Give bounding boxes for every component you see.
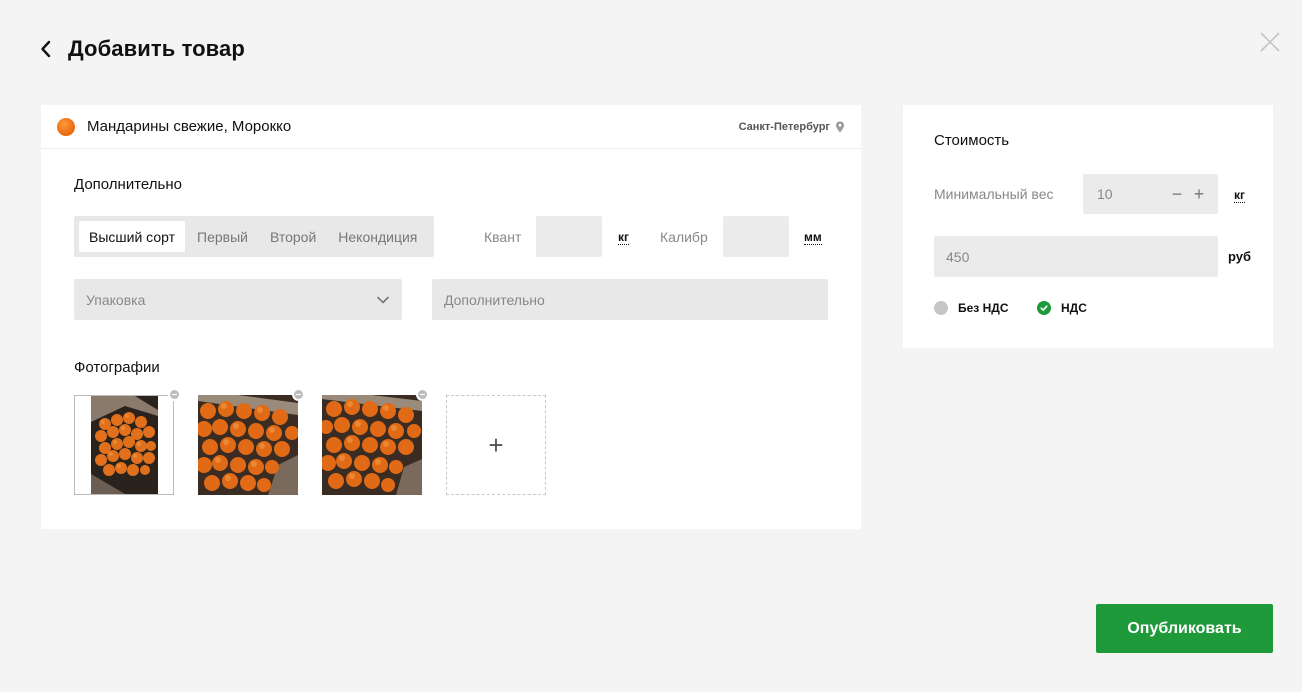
plus-icon[interactable]: + — [1190, 174, 1208, 214]
map-pin-icon — [836, 121, 844, 133]
quant-label: Квант — [484, 229, 522, 245]
radio-unchecked-icon — [934, 301, 948, 315]
location-label: Санкт-Петербург — [738, 121, 830, 133]
min-weight-unit[interactable]: кг — [1234, 188, 1246, 203]
packaging-select[interactable]: Упаковка — [74, 279, 402, 320]
grade-tab-second[interactable]: Второй — [260, 221, 326, 252]
caliber-input[interactable] — [723, 216, 789, 257]
additional-title: Дополнительно — [74, 176, 182, 193]
vat-option-with[interactable]: НДС — [1037, 301, 1087, 315]
checkmark-circle-icon — [1037, 301, 1051, 315]
price-title: Стоимость — [934, 132, 1010, 149]
chevron-down-icon — [377, 296, 389, 304]
grade-selector: Высший сорт Первый Второй Некондиция — [74, 216, 435, 257]
price-value: 450 — [946, 248, 970, 265]
grade-tab-premium[interactable]: Высший сорт — [79, 221, 185, 252]
remove-photo-icon[interactable] — [168, 388, 181, 401]
min-weight-value: 10 — [1097, 186, 1113, 202]
vat-option-label: НДС — [1061, 301, 1087, 315]
product-card: Мандарины свежие, Морокко Санкт-Петербур… — [41, 105, 861, 529]
remove-photo-icon[interactable] — [416, 388, 429, 401]
product-bar: Мандарины свежие, Морокко Санкт-Петербур… — [41, 105, 861, 149]
photo-thumbnail[interactable] — [322, 388, 429, 495]
quant-input[interactable] — [536, 216, 602, 257]
chevron-left-icon[interactable] — [40, 34, 58, 64]
location[interactable]: Санкт-Петербург — [739, 105, 845, 149]
photos-title: Фотографии — [74, 359, 160, 376]
price-card: Стоимость Минимальный вес 10 − + кг 450 … — [903, 105, 1273, 348]
page-header: Добавить товар — [40, 34, 245, 64]
product-name: Мандарины свежие, Морокко — [87, 118, 292, 135]
caliber-unit[interactable]: мм — [804, 230, 822, 245]
grade-tab-first[interactable]: Первый — [187, 221, 258, 252]
close-icon[interactable] — [1258, 30, 1282, 54]
remove-photo-icon[interactable] — [292, 388, 305, 401]
min-weight-label: Минимальный вес — [934, 186, 1054, 202]
grade-tab-substandard[interactable]: Некондиция — [328, 221, 427, 252]
tangerines-image — [75, 396, 173, 494]
min-weight-stepper[interactable]: 10 − + — [1083, 174, 1218, 214]
vat-option-label: Без НДС — [958, 301, 1009, 315]
publish-button[interactable]: Опубликовать — [1096, 604, 1273, 653]
quant-unit[interactable]: кг — [618, 230, 630, 245]
price-unit: руб — [1228, 249, 1252, 264]
packaging-select-label: Упаковка — [86, 291, 146, 308]
price-input[interactable]: 450 — [934, 236, 1218, 277]
minus-icon[interactable]: − — [1168, 174, 1186, 214]
vat-option-without[interactable]: Без НДС — [934, 301, 1008, 315]
tangerines-image — [322, 395, 422, 495]
photo-thumbnail[interactable] — [74, 388, 181, 495]
additional-input[interactable] — [432, 279, 828, 320]
add-photo-button[interactable]: + — [446, 395, 546, 495]
photo-thumbnail[interactable] — [198, 388, 305, 495]
caliber-label: Калибр — [660, 229, 708, 245]
product-fruit-icon — [57, 117, 75, 136]
page-title: Добавить товар — [68, 36, 245, 61]
tangerines-image — [198, 395, 298, 495]
